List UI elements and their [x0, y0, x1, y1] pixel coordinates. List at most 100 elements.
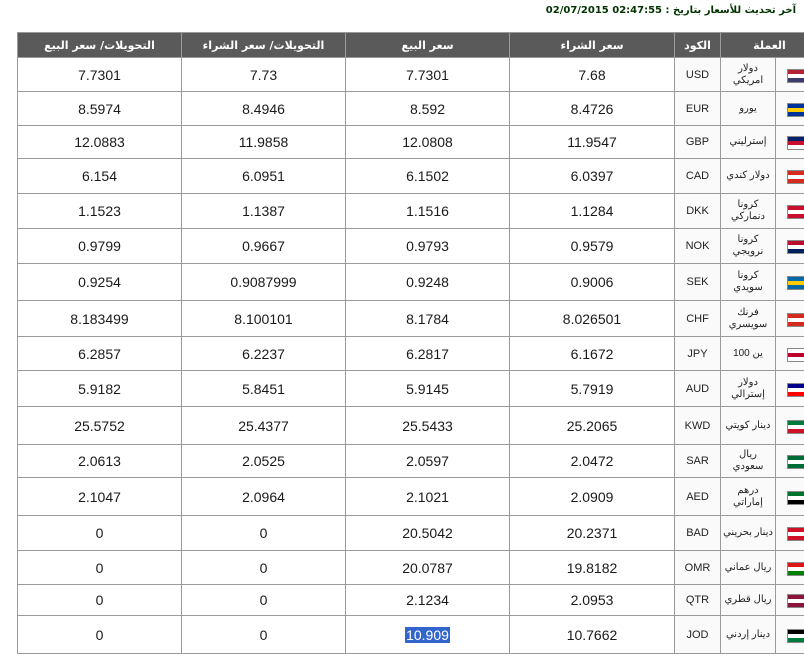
currency-name: ريال سعودي: [720, 444, 776, 478]
sell-rate: 8.592: [345, 91, 510, 126]
transfer-buy-rate: 0.9667: [181, 228, 346, 264]
currency-name: دولار امريكي: [720, 57, 776, 92]
kuwait-flag-icon: [787, 419, 804, 434]
flag-cell: [775, 228, 804, 264]
transfer-buy-rate: 6.2237: [181, 336, 346, 371]
table-row: دينار إردني JOD 10.7662 10.909 0 0: [17, 615, 804, 654]
qatar-flag-icon: [787, 594, 804, 609]
transfer-sell-rate: 0: [17, 584, 182, 616]
buy-rate: 20.2371: [509, 515, 675, 551]
denmark-flag-icon: [787, 205, 804, 220]
sell-rate: 2.1021: [345, 477, 510, 516]
currency-name: كرونا نرويجي: [720, 228, 776, 264]
currency-name: كرونا دنماركي: [720, 193, 776, 229]
buy-rate: 1.1284: [509, 193, 675, 229]
flag-cell: [775, 125, 804, 159]
sweden-flag-icon: [787, 276, 804, 291]
currency-code: CHF: [674, 300, 721, 337]
currency-name: دولار إسترالي: [720, 370, 776, 407]
currency-code: AUD: [674, 370, 721, 407]
sell-rate: 6.1502: [345, 158, 510, 194]
sell-rate: 20.0787: [345, 550, 510, 585]
sell-rate: 25.5433: [345, 406, 510, 445]
table-row: يورو EUR 8.4726 8.592 8.4946 8.5974: [17, 91, 804, 126]
transfer-buy-rate: 25.4377: [181, 406, 346, 445]
uk-flag-icon: [787, 136, 804, 151]
transfer-buy-rate: 1.1387: [181, 193, 346, 229]
selected-text[interactable]: 10.909: [405, 626, 450, 643]
currency-code: BAD: [674, 515, 721, 551]
transfer-sell-rate: 7.7301: [17, 57, 182, 92]
buy-rate: 6.1672: [509, 336, 675, 371]
transfer-sell-rate: 5.9182: [17, 370, 182, 407]
currency-name: فرنك سويسري: [720, 300, 776, 337]
transfer-sell-rate: 25.5752: [17, 406, 182, 445]
currency-name: ين 100: [720, 336, 776, 371]
table-row: فرنك سويسري CHF 8.026501 8.1784 8.100101 8.18…: [17, 300, 804, 337]
exchange-rates-table: العملة الكود سعر الشراء سعر البيع التحوي…: [17, 32, 804, 654]
buy-rate: 25.2065: [509, 406, 675, 445]
sell-rate: 8.1784: [345, 300, 510, 337]
last-update-timestamp: 02:47:55 02/07/2015: [545, 5, 662, 16]
transfer-sell-rate: 0.9254: [17, 263, 182, 301]
col-header-transfer-sell: التحويلات/ سعر البيع: [17, 32, 182, 58]
us-flag-icon: [787, 68, 804, 83]
buy-rate: 2.0909: [509, 477, 675, 516]
sell-rate: 2.1234: [345, 584, 510, 616]
buy-rate: 6.0397: [509, 158, 675, 194]
currency-code: SEK: [674, 263, 721, 301]
saudi-flag-icon: [787, 455, 804, 470]
flag-cell: [775, 550, 804, 585]
currency-name: دولار كندي: [720, 158, 776, 194]
swiss-flag-icon: [787, 312, 804, 327]
flag-cell: [775, 300, 804, 337]
sell-rate: 0.9248: [345, 263, 510, 301]
transfer-sell-rate: 2.1047: [17, 477, 182, 516]
jordan-flag-icon: [787, 628, 804, 643]
currency-name: دينار بحريني: [720, 515, 776, 551]
buy-rate: 0.9579: [509, 228, 675, 264]
flag-cell: [775, 584, 804, 616]
currency-name: إسترليني: [720, 125, 776, 159]
flag-cell: [775, 91, 804, 126]
transfer-buy-rate: 0.9087999: [181, 263, 346, 301]
sell-rate: 20.5042: [345, 515, 510, 551]
transfer-sell-rate: 2.0613: [17, 444, 182, 478]
sell-rate: 1.1516: [345, 193, 510, 229]
transfer-buy-rate: 2.0525: [181, 444, 346, 478]
currency-code: CAD: [674, 158, 721, 194]
table-row: ين 100 JPY 6.1672 6.2817 6.2237 6.2857: [17, 336, 804, 371]
currency-code: NOK: [674, 228, 721, 264]
buy-rate: 8.4726: [509, 91, 675, 126]
uae-flag-icon: [787, 490, 804, 505]
sell-rate: 10.909: [345, 615, 510, 654]
transfer-sell-rate: 0: [17, 515, 182, 551]
currency-code: EUR: [674, 91, 721, 126]
currency-code: OMR: [674, 550, 721, 585]
transfer-sell-rate: 6.154: [17, 158, 182, 194]
transfer-buy-rate: 11.9858: [181, 125, 346, 159]
transfer-sell-rate: 8.183499: [17, 300, 182, 337]
japan-flag-icon: [787, 347, 804, 362]
table-header-row: العملة الكود سعر الشراء سعر البيع التحوي…: [17, 32, 804, 58]
flag-cell: [775, 263, 804, 301]
flag-cell: [775, 336, 804, 371]
transfer-buy-rate: 8.100101: [181, 300, 346, 337]
currency-name: كرونا سويدي: [720, 263, 776, 301]
australia-flag-icon: [787, 382, 804, 397]
flag-cell: [775, 444, 804, 478]
buy-rate: 8.026501: [509, 300, 675, 337]
bahrain-flag-icon: [787, 527, 804, 542]
table-row: درهم إماراتي AED 2.0909 2.1021 2.0964 2.1047: [17, 477, 804, 516]
flag-cell: [775, 615, 804, 654]
table-row: دولار إسترالي AUD 5.7919 5.9145 5.8451 5.9182: [17, 370, 804, 407]
flag-cell: [775, 193, 804, 229]
flag-cell: [775, 406, 804, 445]
rates-body: دولار امريكي USD 7.68 7.7301 7.73 7.7301 يورو E…: [17, 57, 804, 654]
transfer-sell-rate: 8.5974: [17, 91, 182, 126]
table-row: كرونا دنماركي DKK 1.1284 1.1516 1.1387 1.1523: [17, 193, 804, 229]
transfer-buy-rate: 0: [181, 550, 346, 585]
transfer-sell-rate: 6.2857: [17, 336, 182, 371]
table-row: إسترليني GBP 11.9547 12.0808 11.9858 12.0883: [17, 125, 804, 159]
buy-rate: 19.8182: [509, 550, 675, 585]
